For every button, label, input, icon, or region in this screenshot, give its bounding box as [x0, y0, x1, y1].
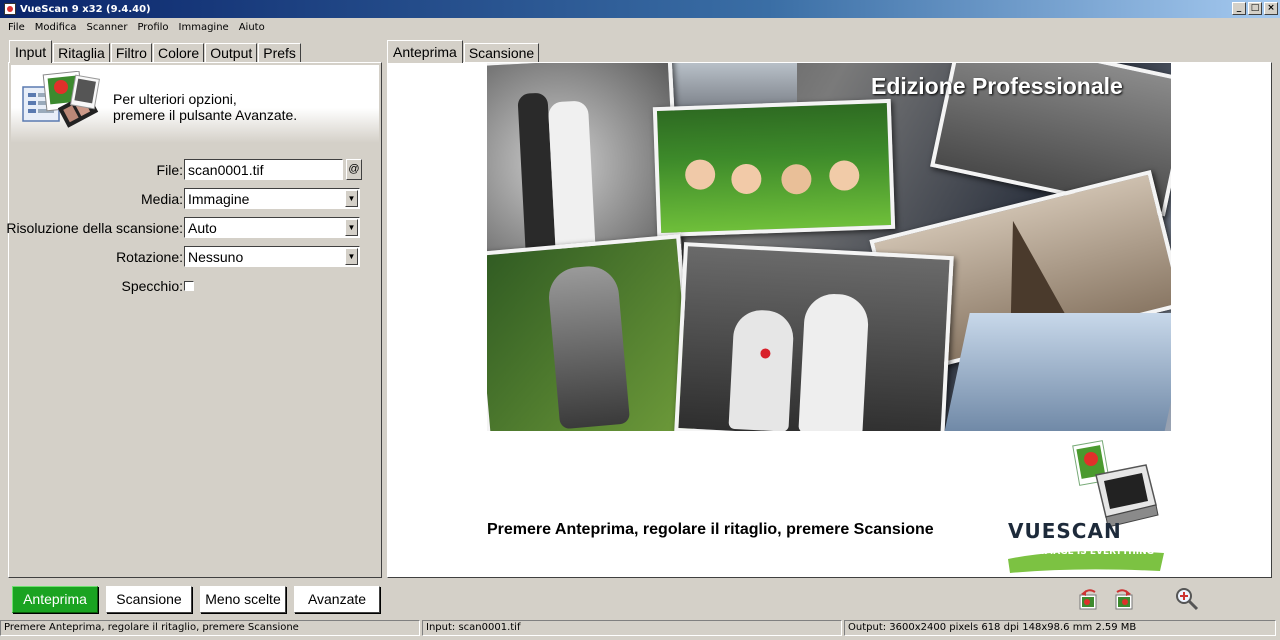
status-bar: Premere Anteprima, regolare il ritaglio,…	[0, 620, 1280, 638]
chevron-down-icon[interactable]: ▼	[345, 219, 358, 236]
zoom-in-icon[interactable]	[1174, 586, 1200, 612]
dog-photo	[487, 234, 698, 431]
tab-input[interactable]: Input	[9, 40, 53, 63]
rotation-value: Nessuno	[188, 249, 244, 265]
hint-line-2: premere il pulsante Avanzate.	[113, 107, 298, 123]
mirror-label: Specchio:	[121, 278, 183, 294]
vuescan-logo: VUESCAN THE IMAGE IS EVERYTHING	[996, 435, 1166, 575]
rotation-row: Rotazione: Nessuno ▼	[9, 246, 379, 268]
hint-text: Per ulteriori opzioni, premere il pulsan…	[113, 91, 297, 123]
logo-wordmark: VUESCAN	[1008, 519, 1122, 543]
rotate-left-icon[interactable]	[1076, 587, 1102, 613]
file-name-input[interactable]: scan0001.tif	[184, 159, 343, 180]
title-bar: VueScan 9 x32 (9.4.40) _ □ ×	[0, 0, 1280, 18]
menu-scanner[interactable]: Scanner	[82, 22, 133, 33]
tab-colore[interactable]: Colore	[152, 43, 205, 63]
sample-photo-collage: Edizione Professionale	[487, 63, 1171, 431]
status-output: Output: 3600x2400 pixels 618 dpi 148x98.…	[844, 620, 1276, 636]
menu-modifica[interactable]: Modifica	[30, 22, 82, 33]
menu-file[interactable]: File	[3, 22, 30, 33]
preview-panel: Edizione Professionale Premere Anteprima…	[387, 62, 1272, 578]
menu-bar: File Modifica Scanner Profilo Immagine A…	[0, 18, 1280, 36]
view-tabs: Anteprima Scansione	[387, 40, 540, 63]
resolution-value: Auto	[188, 220, 217, 236]
children-on-grass-photo	[652, 98, 896, 238]
logo-tagline: THE IMAGE IS EVERYTHING	[1018, 547, 1155, 557]
settings-tabs: Input Ritaglia Filtro Colore Output Pref…	[9, 40, 302, 63]
resolution-row: Risoluzione della scansione: Auto ▼	[6, 217, 379, 239]
tab-filtro[interactable]: Filtro	[110, 43, 152, 63]
menu-immagine[interactable]: Immagine	[174, 22, 234, 33]
rotation-select[interactable]: Nessuno ▼	[184, 246, 360, 267]
close-button[interactable]: ×	[1264, 2, 1278, 15]
media-label: Media:	[140, 191, 183, 207]
status-input: Input: scan0001.tif	[422, 620, 842, 636]
resolution-label: Risoluzione della scansione:	[6, 220, 183, 236]
minimize-button[interactable]: _	[1232, 2, 1246, 15]
app-icon[interactable]	[4, 3, 16, 15]
hint-box: Per ulteriori opzioni, premere il pulsan…	[11, 65, 379, 143]
window-controls: _ □ ×	[1232, 2, 1278, 15]
scanner-photo	[944, 313, 1171, 431]
preview-instructions: Premere Anteprima, regolare il ritaglio,…	[487, 521, 934, 538]
scanner-photos-icon	[22, 71, 101, 128]
resolution-select[interactable]: Auto ▼	[184, 217, 360, 238]
advanced-button[interactable]: Avanzate	[294, 586, 380, 613]
mirror-checkbox[interactable]	[184, 281, 194, 291]
media-row: Media: Immagine ▼	[9, 188, 379, 210]
file-row: File: scan0001.tif @	[9, 159, 379, 181]
tab-scansione[interactable]: Scansione	[463, 43, 540, 63]
scan-button[interactable]: Scansione	[106, 586, 192, 613]
mirror-row: Specchio:	[9, 275, 379, 297]
tab-output[interactable]: Output	[205, 43, 258, 63]
rotation-label: Rotazione:	[116, 249, 183, 265]
edition-title: Edizione Professionale	[871, 73, 1123, 99]
chevron-down-icon[interactable]: ▼	[345, 248, 358, 265]
maximize-button[interactable]: □	[1248, 2, 1262, 15]
menu-aiuto[interactable]: Aiuto	[234, 22, 270, 33]
hint-line-1: Per ulteriori opzioni,	[113, 91, 237, 107]
chevron-down-icon[interactable]: ▼	[345, 190, 358, 207]
rotate-right-icon[interactable]	[1110, 587, 1136, 613]
file-options-button[interactable]: @	[346, 159, 362, 180]
action-buttons: Anteprima Scansione Meno scelte Avanzate	[12, 586, 380, 613]
window-title: VueScan 9 x32 (9.4.40)	[20, 3, 151, 15]
preview-button[interactable]: Anteprima	[12, 586, 98, 613]
file-label: File:	[156, 162, 183, 178]
menu-profilo[interactable]: Profilo	[132, 22, 173, 33]
tab-anteprima[interactable]: Anteprima	[387, 40, 463, 63]
tab-prefs[interactable]: Prefs	[258, 43, 301, 63]
media-select[interactable]: Immagine ▼	[184, 188, 360, 209]
input-settings-panel: Per ulteriori opzioni, premere il pulsan…	[6, 62, 382, 578]
fewer-options-button[interactable]: Meno scelte	[200, 586, 286, 613]
two-boys-photo	[674, 242, 954, 431]
tab-ritaglia[interactable]: Ritaglia	[53, 43, 110, 63]
status-message: Premere Anteprima, regolare il ritaglio,…	[0, 620, 420, 636]
media-value: Immagine	[188, 191, 250, 207]
